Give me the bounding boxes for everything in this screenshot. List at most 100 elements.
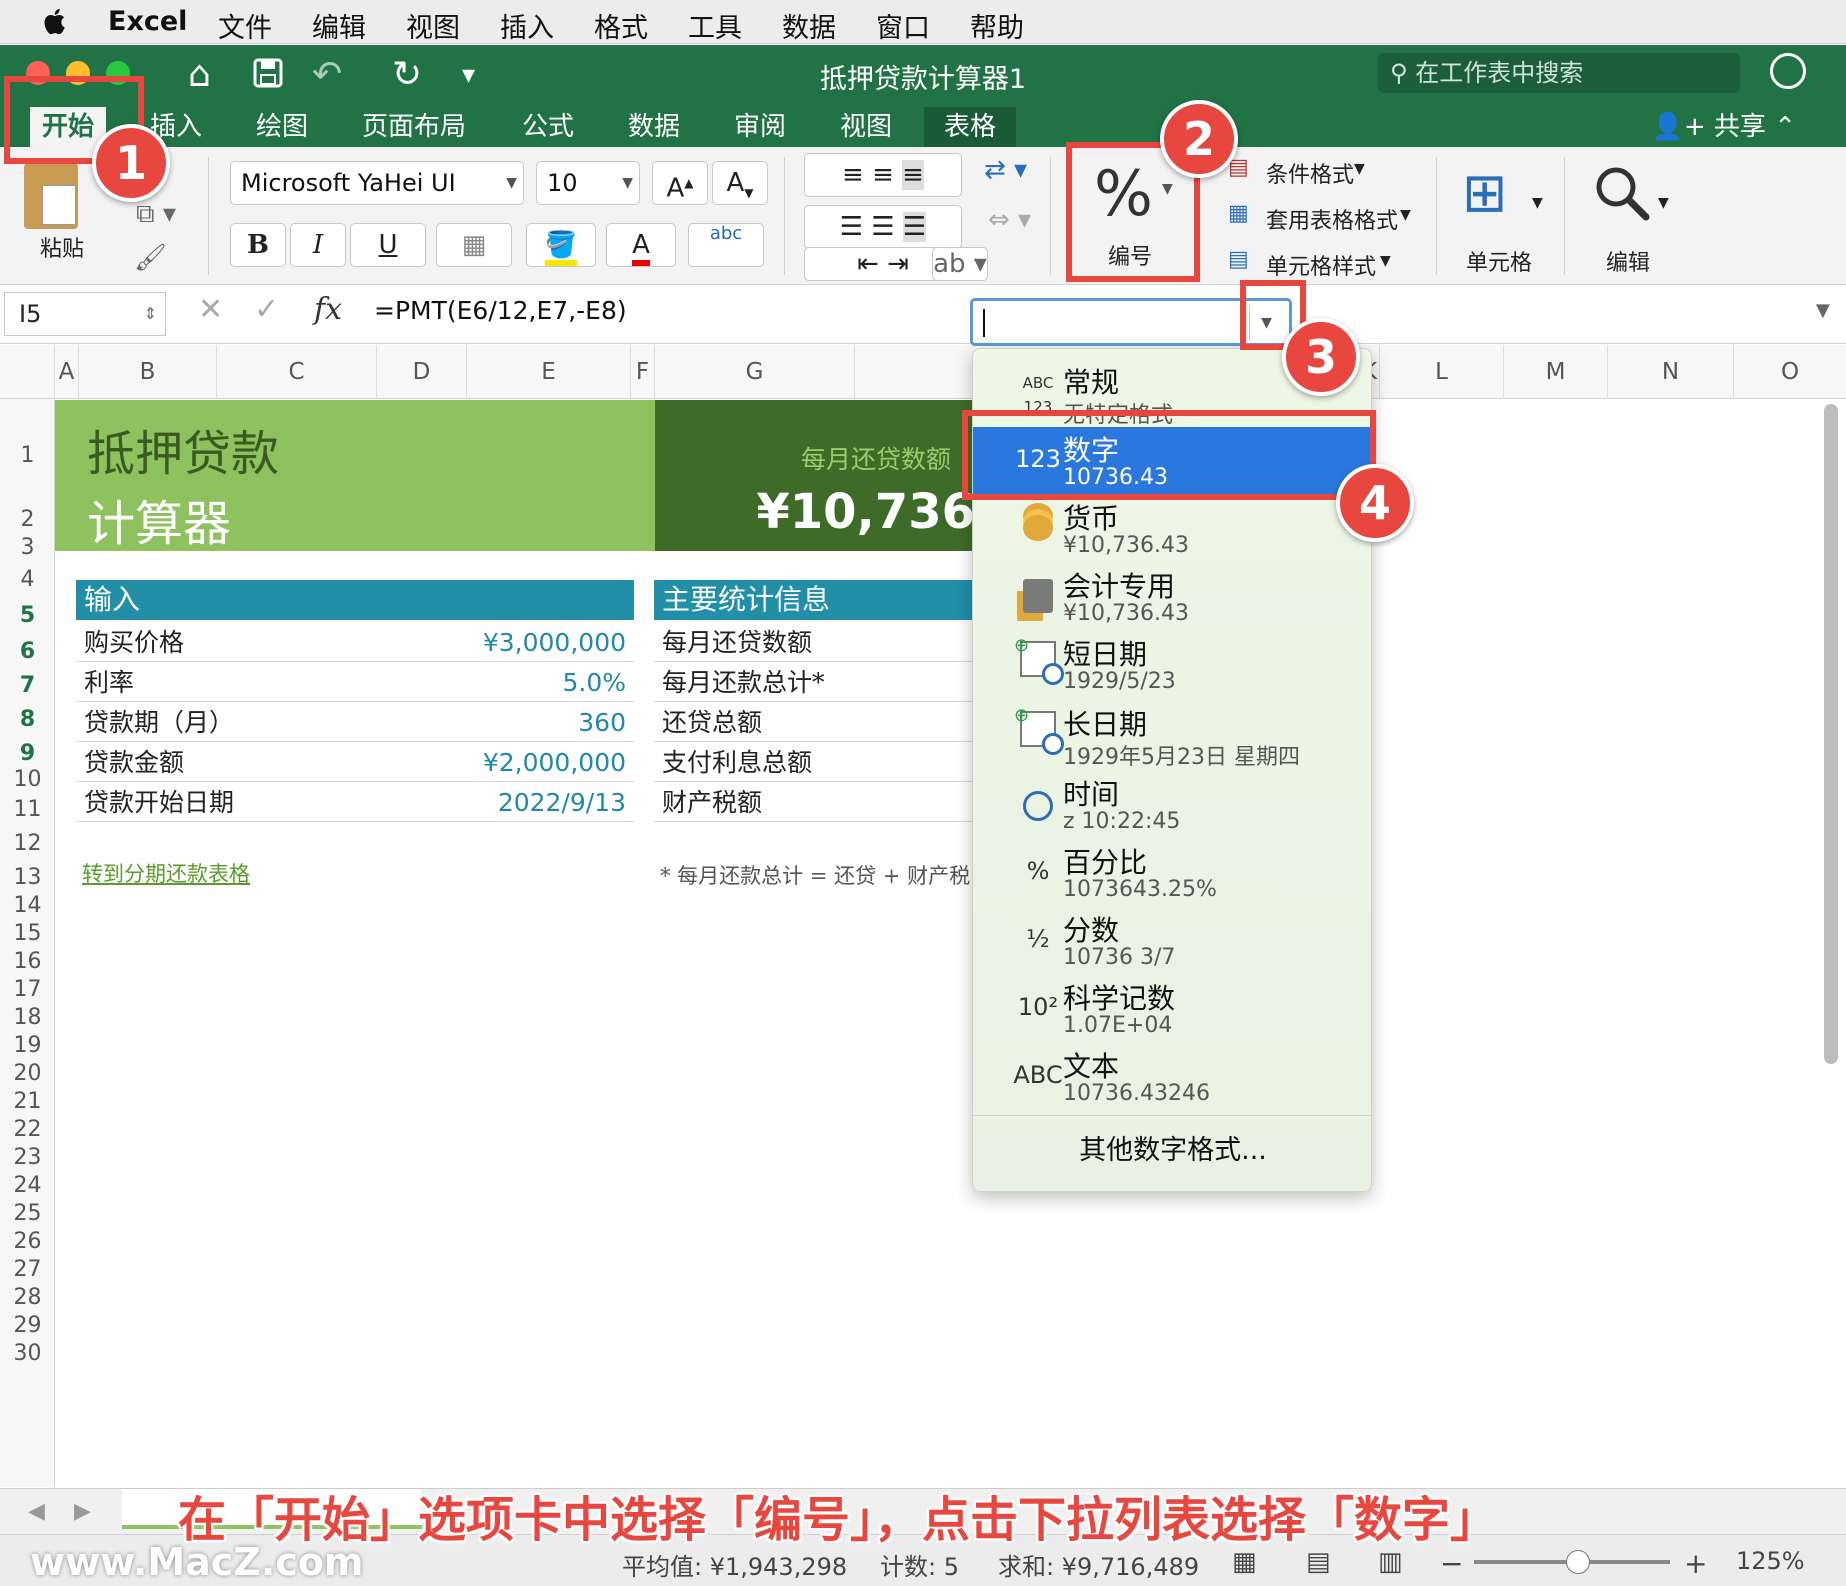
italic-button[interactable]: I xyxy=(290,223,346,267)
row-header-20[interactable]: 20 xyxy=(0,1061,55,1086)
confirm-entry-icon[interactable]: ✓ xyxy=(254,292,279,327)
cells-button[interactable]: ⊞ ▼ 单元格 xyxy=(1456,161,1543,276)
wrap-text-icon[interactable]: ⇄ ▾ xyxy=(984,155,1027,185)
monthly-payment-value[interactable]: ¥10,736 xyxy=(756,484,975,540)
font-color-button[interactable]: A xyxy=(606,223,676,267)
menu-app-name[interactable]: Excel xyxy=(108,6,187,37)
column-header-b[interactable]: B xyxy=(79,345,217,399)
tab-table[interactable]: 表格 xyxy=(924,107,1017,147)
feedback-smiley-icon[interactable] xyxy=(1770,53,1806,89)
stats-row[interactable]: 每月还贷数额 xyxy=(654,624,974,662)
orientation-button[interactable]: ab ▾ xyxy=(932,247,988,281)
menu-tools[interactable]: 工具 xyxy=(688,6,742,45)
column-header-m[interactable]: M xyxy=(1504,345,1608,399)
column-header-g[interactable]: G xyxy=(655,345,855,399)
row-header-1[interactable]: 1 xyxy=(0,443,55,468)
row-header-5[interactable]: 5 xyxy=(0,603,55,628)
row-header-22[interactable]: 22 xyxy=(0,1117,55,1142)
zoom-in-icon[interactable]: + xyxy=(1684,1547,1707,1580)
input-value[interactable]: 2022/9/13 xyxy=(498,784,626,822)
amortization-link[interactable]: 转到分期还款表格 xyxy=(82,858,250,888)
format-item[interactable]: ⊕ 短日期 1929/5/23 xyxy=(973,631,1371,699)
row-header-4[interactable]: 4 xyxy=(0,567,55,592)
more-number-formats-item[interactable]: 其他数字格式... xyxy=(973,1115,1371,1185)
row-header-3[interactable]: 3 xyxy=(0,535,55,560)
format-item[interactable]: ABC 文本 10736.43246 xyxy=(973,1043,1371,1111)
row-header-19[interactable]: 19 xyxy=(0,1033,55,1058)
sheet-search-input[interactable]: ⚲ 在工作表中搜索 xyxy=(1378,53,1740,93)
name-box[interactable]: I5 ⇕ xyxy=(4,292,166,336)
row-header-8[interactable]: 8 xyxy=(0,707,55,732)
row-header-11[interactable]: 11 xyxy=(0,797,55,822)
input-value[interactable]: ¥2,000,000 xyxy=(483,744,626,782)
align-horizontal-group[interactable]: ☰ ☰ ☰ xyxy=(804,205,962,249)
tab-page-layout[interactable]: 页面布局 xyxy=(362,107,466,147)
row-header-12[interactable]: 12 xyxy=(0,831,55,856)
format-item[interactable]: 会计专用 ¥10,736.43 xyxy=(973,563,1371,631)
row-header-7[interactable]: 7 xyxy=(0,673,55,698)
editing-button[interactable]: ▼ 编辑 xyxy=(1588,161,1678,276)
format-item[interactable]: 时间 z 10:22:45 xyxy=(973,771,1371,839)
paste-clipboard-icon[interactable] xyxy=(24,163,78,229)
grow-font-button[interactable]: A▲ xyxy=(652,161,708,205)
page-break-view-icon[interactable]: ▥ xyxy=(1378,1547,1403,1577)
borders-button[interactable]: ▦ xyxy=(436,223,512,267)
align-top-group[interactable]: ≡ ≡ ≡ xyxy=(804,153,962,197)
input-row[interactable]: 贷款金额 ¥2,000,000 xyxy=(76,744,634,782)
formula-input[interactable]: =PMT(E6/12,E7,-E8) xyxy=(374,296,627,325)
menu-edit[interactable]: 编辑 xyxy=(312,6,366,45)
page-layout-view-icon[interactable]: ▤ xyxy=(1306,1547,1331,1577)
input-row[interactable]: 购买价格 ¥3,000,000 xyxy=(76,624,634,662)
row-header-25[interactable]: 25 xyxy=(0,1201,55,1226)
input-row[interactable]: 利率 5.0% xyxy=(76,664,634,702)
share-button[interactable]: 👤+ 共享 ⌃ xyxy=(1651,107,1796,147)
tab-formulas[interactable]: 公式 xyxy=(522,107,574,147)
zoom-level[interactable]: 125% xyxy=(1736,1547,1805,1575)
row-header-17[interactable]: 17 xyxy=(0,977,55,1002)
menu-help[interactable]: 帮助 xyxy=(970,6,1024,45)
column-header-o[interactable]: O xyxy=(1734,345,1846,399)
format-painter-icon[interactable]: 🖌 xyxy=(134,243,167,273)
font-name-select[interactable]: Microsoft YaHei UI ▼ xyxy=(230,161,524,205)
menu-format[interactable]: 格式 xyxy=(594,6,648,45)
row-header-30[interactable]: 30 xyxy=(0,1341,55,1366)
row-header-23[interactable]: 23 xyxy=(0,1145,55,1170)
font-size-select[interactable]: 10 ▼ xyxy=(536,161,640,205)
zoom-slider-knob[interactable] xyxy=(1566,1550,1590,1574)
input-value[interactable]: 5.0% xyxy=(562,664,626,702)
stats-row[interactable]: 每月还款总计* xyxy=(654,664,974,702)
tab-data[interactable]: 数据 xyxy=(628,107,680,147)
stats-table-header[interactable]: 主要统计信息 xyxy=(654,580,974,620)
row-header-14[interactable]: 14 xyxy=(0,893,55,918)
menu-window[interactable]: 窗口 xyxy=(876,6,930,45)
row-header-29[interactable]: 29 xyxy=(0,1313,55,1338)
stats-row[interactable]: 支付利息总额 xyxy=(654,744,974,782)
fill-color-button[interactable]: 🪣 xyxy=(526,223,596,267)
insert-function-icon[interactable]: fx xyxy=(314,292,342,327)
column-header-c[interactable]: C xyxy=(217,345,377,399)
bold-button[interactable]: B xyxy=(230,223,286,267)
stats-row[interactable]: 还贷总额 xyxy=(654,704,974,742)
vertical-scrollbar[interactable] xyxy=(1824,404,1838,1064)
copy-icon[interactable]: ⧉ ▾ xyxy=(136,199,176,230)
row-header-9[interactable]: 9 xyxy=(0,741,55,766)
apple-icon[interactable] xyxy=(42,6,70,36)
select-all-corner[interactable] xyxy=(0,345,55,399)
input-value[interactable]: ¥3,000,000 xyxy=(483,624,626,662)
input-table-header[interactable]: 输入 xyxy=(76,580,634,620)
cell-styles-button[interactable]: 单元格样式 xyxy=(1266,249,1376,281)
format-as-table-button[interactable]: 套用表格格式 xyxy=(1266,203,1398,235)
column-header-a[interactable]: A xyxy=(55,345,79,399)
row-header-13[interactable]: 13 xyxy=(0,865,55,890)
row-header-28[interactable]: 28 xyxy=(0,1285,55,1310)
menu-data[interactable]: 数据 xyxy=(782,6,836,45)
tab-view[interactable]: 视图 xyxy=(840,107,892,147)
tab-draw[interactable]: 绘图 xyxy=(256,107,308,147)
menu-insert[interactable]: 插入 xyxy=(500,6,554,45)
tab-review[interactable]: 审阅 xyxy=(734,107,786,147)
column-header-n[interactable]: N xyxy=(1608,345,1734,399)
row-header-15[interactable]: 15 xyxy=(0,921,55,946)
menu-view[interactable]: 视图 xyxy=(406,6,460,45)
column-header-d[interactable]: D xyxy=(377,345,467,399)
format-item[interactable]: ⊕ 长日期 1929年5月23日 星期四 xyxy=(973,701,1371,770)
